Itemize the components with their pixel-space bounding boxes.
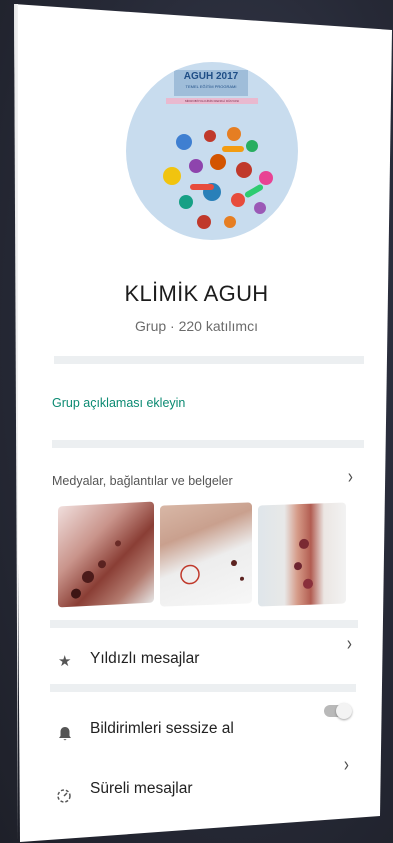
group-info-screen: AGUH 2017 TEMEL EĞİTİM PROGRAMI MİKROBİY…	[14, 4, 392, 842]
timer-icon	[56, 788, 72, 808]
media-image-1	[71, 540, 121, 599]
media-thumbnail[interactable]	[58, 501, 154, 608]
divider	[50, 684, 356, 692]
media-thumbnail[interactable]	[160, 502, 252, 607]
divider	[54, 356, 364, 364]
divider	[52, 440, 364, 448]
group-avatar[interactable]: AGUH 2017 TEMEL EĞİTİM PROGRAMI MİKROBİY…	[126, 62, 298, 240]
chevron-right-icon[interactable]: ›	[344, 754, 349, 777]
media-thumbnail[interactable]	[258, 502, 346, 607]
chevron-right-icon[interactable]: ›	[348, 466, 353, 489]
group-name: KLİMİK AGUH	[124, 281, 269, 306]
media-image-3	[294, 538, 313, 589]
microbes-illustration	[163, 127, 273, 229]
mute-notifications-toggle[interactable]	[324, 703, 352, 719]
toggle-knob	[336, 703, 352, 719]
bell-icon	[58, 726, 72, 746]
chevron-right-icon[interactable]: ›	[347, 633, 352, 656]
divider	[50, 620, 358, 628]
starred-messages-label[interactable]: Yıldızlı mesajlar	[90, 650, 199, 668]
timed-messages-label[interactable]: Süreli mesajlar	[90, 780, 193, 798]
mute-notifications-label[interactable]: Bildirimleri sessize al	[90, 720, 234, 738]
add-group-description-link[interactable]: Grup açıklaması ekleyin	[52, 396, 185, 410]
media-image-2	[180, 560, 244, 585]
media-section-label[interactable]: Medyalar, bağlantılar ve belgeler	[52, 474, 233, 488]
group-participant-count: Grup · 220 katılımcı	[135, 318, 258, 334]
star-icon: ★	[58, 653, 72, 670]
